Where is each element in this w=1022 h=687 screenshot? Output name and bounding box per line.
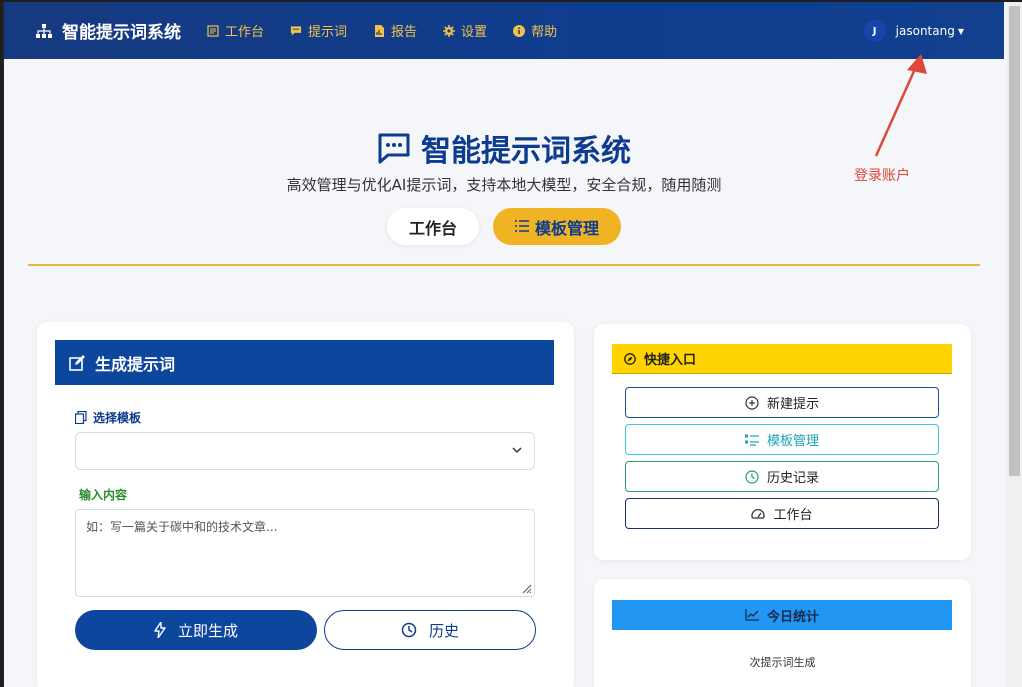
input-label: 输入内容 bbox=[79, 488, 128, 502]
card-header: 生成提示词 bbox=[55, 340, 554, 385]
bolt-icon bbox=[154, 622, 166, 638]
list-check-icon bbox=[744, 434, 759, 446]
annotation-label: 登录账户 bbox=[854, 168, 910, 184]
resize-handle-icon[interactable] bbox=[520, 582, 532, 594]
tab-label: 模板管理 bbox=[535, 218, 600, 238]
card-title: 生成提示词 bbox=[95, 354, 176, 374]
clock-history-icon bbox=[401, 622, 417, 638]
history-button[interactable]: 历史 bbox=[324, 610, 536, 650]
page-title-text: 智能提示词系统 bbox=[421, 134, 631, 169]
line-chart-icon bbox=[745, 609, 759, 621]
template-select[interactable] bbox=[75, 432, 535, 470]
annotation-arrow-icon bbox=[874, 54, 927, 157]
nav-label: 设置 bbox=[461, 25, 488, 40]
gear-icon bbox=[443, 24, 456, 37]
chat-dots-icon bbox=[378, 133, 410, 164]
comment-icon bbox=[290, 25, 302, 37]
textarea-placeholder: 如：写一篇关于碳中和的技术文章... bbox=[86, 520, 278, 534]
compass-icon bbox=[624, 352, 636, 365]
content-textarea[interactable]: 如：写一篇关于碳中和的技术文章... bbox=[75, 509, 535, 597]
page-title: 智能提示词系统 bbox=[4, 126, 1004, 170]
caret-down-icon: ▼ bbox=[957, 26, 964, 36]
stats-header: 今日统计 bbox=[612, 600, 952, 630]
nav-item-reports[interactable]: 报告 bbox=[373, 21, 417, 40]
brand-title: 智能提示词系统 bbox=[62, 23, 181, 43]
info-icon bbox=[513, 24, 526, 37]
browser-window: 智能提示词系统 工作台 提示词 报告 设置 帮助 J jasontang ▼ 智… bbox=[3, 2, 1018, 687]
username: jasontang bbox=[895, 24, 955, 38]
clock-icon bbox=[745, 469, 759, 484]
template-management-button[interactable]: 模板管理 bbox=[625, 424, 939, 455]
nav-item-workbench[interactable]: 工作台 bbox=[207, 21, 264, 40]
nav-label: 工作台 bbox=[225, 25, 265, 40]
list-icon bbox=[515, 217, 529, 236]
nav-label: 帮助 bbox=[531, 25, 558, 40]
history-records-button[interactable]: 历史记录 bbox=[625, 461, 939, 492]
scrollbar-thumb[interactable] bbox=[1009, 6, 1020, 476]
nav-label: 提示词 bbox=[308, 25, 348, 40]
edit-icon bbox=[69, 354, 85, 371]
stats-card: 今日统计 次提示词生成 bbox=[594, 579, 971, 687]
chevron-down-icon bbox=[512, 447, 522, 454]
quick-access-header: 快捷入口 bbox=[612, 344, 952, 374]
chart-file-icon bbox=[373, 24, 385, 37]
plus-circle-icon bbox=[745, 395, 759, 410]
generate-card: 生成提示词 选择模板 输入内容 如：写一篇关于碳中和的技术文章... 立即生成 … bbox=[37, 322, 574, 687]
hero-tabs: 工作台 模板管理 bbox=[4, 208, 1004, 245]
tab-label: 工作台 bbox=[408, 218, 457, 238]
document-icon bbox=[207, 24, 219, 37]
nav-label: 报告 bbox=[391, 25, 418, 40]
avatar: J bbox=[863, 20, 886, 42]
tab-workbench[interactable]: 工作台 bbox=[386, 208, 479, 245]
vertical-scrollbar[interactable] bbox=[1007, 2, 1022, 687]
nav-item-prompts[interactable]: 提示词 bbox=[290, 21, 347, 40]
new-prompt-button[interactable]: 新建提示 bbox=[625, 387, 939, 418]
copy-icon bbox=[75, 411, 87, 424]
tab-template-management[interactable]: 模板管理 bbox=[493, 208, 622, 245]
template-label: 选择模板 bbox=[75, 409, 141, 426]
nav-item-settings[interactable]: 设置 bbox=[443, 21, 487, 40]
top-navbar: 智能提示词系统 工作台 提示词 报告 设置 帮助 J jasontang ▼ bbox=[4, 2, 1004, 59]
speedometer-icon bbox=[751, 508, 766, 519]
quick-access-card: 快捷入口 新建提示 模板管理 历史记录 工作台 bbox=[594, 324, 971, 560]
stats-text: 次提示词生成 bbox=[749, 656, 816, 669]
generate-button[interactable]: 立即生成 bbox=[75, 610, 317, 650]
user-menu[interactable]: J jasontang ▼ bbox=[863, 20, 964, 42]
divider bbox=[28, 264, 980, 266]
workbench-button[interactable]: 工作台 bbox=[625, 498, 939, 529]
brand[interactable]: 智能提示词系统 bbox=[36, 18, 181, 43]
nav-item-help[interactable]: 帮助 bbox=[513, 21, 557, 40]
sitemap-icon bbox=[36, 23, 52, 38]
